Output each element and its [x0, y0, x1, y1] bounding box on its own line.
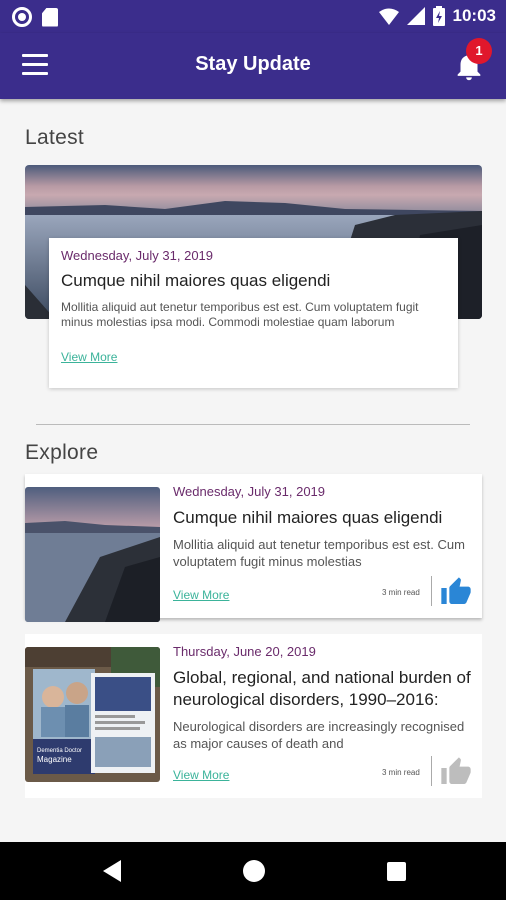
- home-icon[interactable]: [243, 860, 265, 882]
- latest-section-title: Latest: [25, 126, 85, 149]
- notification-badge: 1: [466, 38, 492, 64]
- latest-title[interactable]: Cumque nihil maiores quas eligendi: [61, 270, 446, 292]
- system-nav-bar: [0, 842, 506, 900]
- explore-item-image[interactable]: [25, 487, 160, 622]
- status-bar: 10:03: [0, 0, 506, 33]
- explore-item[interactable]: Wednesday, July 31, 2019 Cumque nihil ma…: [25, 474, 482, 622]
- thumbs-up-icon[interactable]: [439, 756, 473, 788]
- latest-view-more-link[interactable]: View More: [61, 350, 117, 364]
- wifi-icon: [378, 8, 399, 25]
- recents-icon[interactable]: [387, 862, 406, 881]
- explore-item-image[interactable]: Dementia Doctor Magazine: [25, 647, 160, 782]
- sd-card-icon: [42, 7, 58, 27]
- notification-dot-icon: [12, 7, 32, 27]
- battery-icon: [432, 6, 445, 26]
- section-divider: [36, 424, 470, 425]
- explore-section-title: Explore: [25, 441, 99, 464]
- explore-item-date: Wednesday, July 31, 2019: [173, 484, 326, 499]
- svg-text:Magazine: Magazine: [37, 755, 72, 764]
- latest-excerpt: Mollitia aliquid aut tenetur temporibus …: [61, 300, 419, 329]
- explore-item-title[interactable]: Global, regional, and national burden of…: [173, 667, 477, 711]
- latest-date: Wednesday, July 31, 2019: [61, 248, 214, 263]
- explore-item[interactable]: Dementia Doctor Magazine Thursday, June …: [25, 634, 482, 798]
- thumbs-up-icon[interactable]: [439, 576, 473, 608]
- explore-item-view-more-link[interactable]: View More: [173, 588, 229, 602]
- app-bar: Stay Update: [0, 33, 506, 99]
- explore-item-excerpt: Mollitia aliquid aut tenetur temporibus …: [173, 537, 465, 569]
- app-title: Stay Update: [195, 53, 311, 75]
- explore-item-excerpt: Neurological disorders are increasingly …: [173, 719, 465, 751]
- explore-item-read-time: 3 min read: [382, 768, 420, 777]
- signal-icon: [406, 7, 425, 25]
- latest-card[interactable]: Wednesday, July 31, 2019 Cumque nihil ma…: [49, 238, 458, 388]
- magazine-cover-text: Dementia Doctor: [37, 748, 82, 754]
- explore-item-date: Thursday, June 20, 2019: [173, 644, 316, 659]
- separator: [431, 576, 432, 606]
- back-icon[interactable]: [103, 860, 121, 882]
- explore-item-view-more-link[interactable]: View More: [173, 768, 229, 782]
- explore-item-title[interactable]: Cumque nihil maiores quas eligendi: [173, 507, 477, 529]
- explore-item-read-time: 3 min read: [382, 588, 420, 597]
- clock: 10:03: [452, 6, 496, 25]
- separator: [431, 756, 432, 786]
